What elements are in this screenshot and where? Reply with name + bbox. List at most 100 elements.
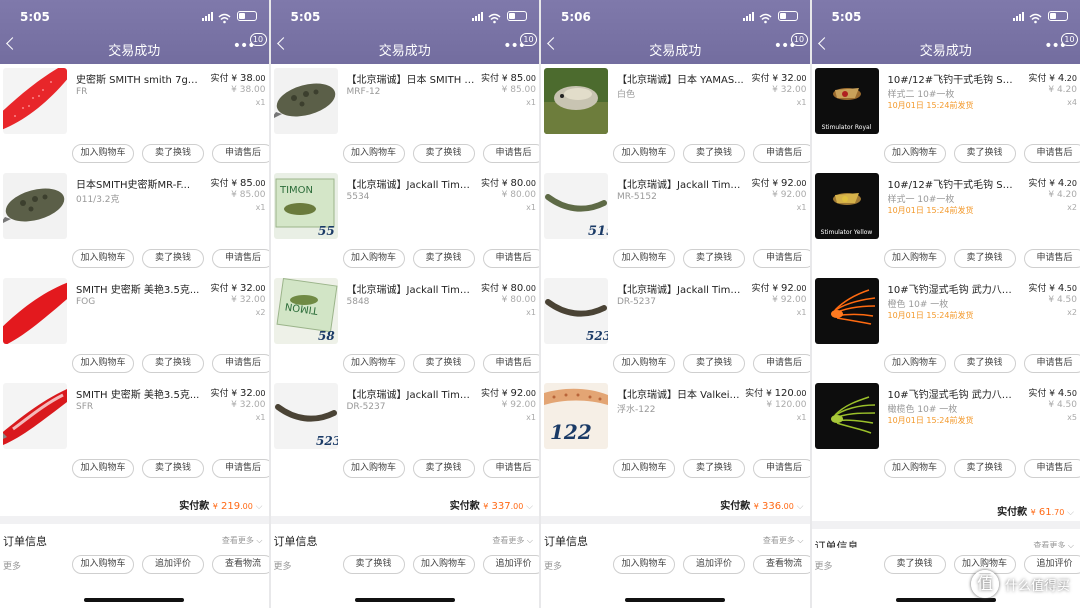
chevron-down-icon[interactable]: ⌵ — [523, 502, 533, 512]
resell-button[interactable]: 卖了换钱 — [412, 144, 475, 163]
product-name[interactable]: SMITH 史密斯 美艳3.5克... — [76, 386, 204, 401]
add-to-cart-button[interactable]: 加入购物车 — [883, 249, 946, 268]
add-to-cart-button[interactable]: 加入购物车 — [342, 144, 405, 163]
order-item[interactable]: SMITH 史密斯 美艳3.5克... SFR 实付 ¥ 32.00 ¥ 32.00 x… — [0, 379, 269, 484]
order-item[interactable]: 【北京瑞诚】日本 SMITH S... MRF-12 实付 ¥ 85.00 ¥ 85.… — [271, 64, 539, 169]
product-name[interactable]: 【北京瑞诚】Jackall Timo... — [617, 176, 745, 191]
product-thumbnail[interactable]: 515 — [544, 173, 608, 239]
after-sales-button[interactable]: 申请售后 — [1023, 354, 1080, 373]
product-thumbnail[interactable] — [3, 173, 67, 239]
product-thumbnail[interactable] — [544, 68, 608, 134]
resell-button[interactable]: 卖了换钱 — [142, 459, 204, 478]
after-sales-button[interactable]: 申请售后 — [212, 249, 269, 268]
order-item[interactable]: 515 【北京瑞诚】Jackall Timo...MR-5152 实付 ¥ 92.0… — [541, 169, 810, 274]
product-name[interactable]: 【北京瑞诚】日本 SMITH S... — [347, 71, 475, 86]
product-thumbnail[interactable]: Stimulator Royal — [814, 68, 879, 134]
product-name[interactable]: 10#飞钓湿式毛钩 武力八哥... — [888, 281, 1016, 296]
order-item[interactable]: TIMON 58 【北京瑞诚】Jackall Timo... 5848 实付 ¥ 80.… — [271, 274, 539, 379]
product-thumbnail[interactable]: Stimulator Yellow — [814, 173, 879, 239]
add-to-cart-button[interactable]: 加入购物车 — [883, 459, 946, 478]
after-sales-button[interactable]: 申请售后 — [482, 249, 539, 268]
after-sales-button[interactable]: 申请售后 — [753, 144, 810, 163]
bottom-action-button[interactable]: 追加评价 — [683, 555, 745, 574]
resell-button[interactable]: 卖了换钱 — [142, 249, 204, 268]
after-sales-button[interactable]: 申请售后 — [753, 459, 810, 478]
order-item[interactable]: Stimulator Yellow 10#/12#飞钓干式毛钩 Stimul...… — [812, 169, 1080, 274]
add-to-cart-button[interactable]: 加入购物车 — [72, 459, 134, 478]
bottom-action-button[interactable]: 加入购物车 — [412, 555, 475, 574]
more-button[interactable]: 更多 — [274, 559, 292, 572]
bottom-action-button[interactable]: 查看物流 — [753, 555, 810, 574]
resell-button[interactable]: 卖了换钱 — [953, 459, 1016, 478]
resell-button[interactable]: 卖了换钱 — [142, 144, 204, 163]
add-to-cart-button[interactable]: 加入购物车 — [342, 354, 405, 373]
order-item[interactable]: TIMON 55 【北京瑞诚】Jackall Timo... 5534 实付 ¥ 80.… — [271, 169, 539, 274]
product-name[interactable]: 【北京瑞诚】日本 YAMAS... — [617, 71, 745, 86]
resell-button[interactable]: 卖了换钱 — [953, 249, 1016, 268]
product-thumbnail[interactable]: 122 — [544, 383, 608, 449]
resell-button[interactable]: 卖了换钱 — [683, 459, 745, 478]
bottom-action-button[interactable]: 加入购物车 — [72, 555, 134, 574]
after-sales-button[interactable]: 申请售后 — [212, 354, 269, 373]
after-sales-button[interactable]: 申请售后 — [482, 144, 539, 163]
order-item[interactable]: Stimulator Royal 10#/12#飞钓干式毛钩 Stimul... 样… — [812, 64, 1080, 169]
product-thumbnail[interactable] — [3, 383, 67, 449]
product-thumbnail[interactable] — [3, 278, 67, 344]
after-sales-button[interactable]: 申请售后 — [212, 144, 269, 163]
chevron-down-icon[interactable]: ⌵ — [1064, 508, 1074, 518]
after-sales-button[interactable]: 申请售后 — [482, 354, 539, 373]
add-to-cart-button[interactable]: 加入购物车 — [613, 459, 675, 478]
add-to-cart-button[interactable]: 加入购物车 — [72, 354, 134, 373]
product-thumbnail[interactable] — [3, 68, 67, 134]
product-thumbnail[interactable]: 523 — [544, 278, 608, 344]
see-more-link[interactable]: 查看更多 ⌵ — [763, 535, 804, 546]
resell-button[interactable]: 卖了换钱 — [142, 354, 204, 373]
after-sales-button[interactable]: 申请售后 — [482, 459, 539, 478]
product-name[interactable]: 10#飞钓湿式毛钩 武力八哥... — [888, 386, 1016, 401]
more-button[interactable]: 更多 — [3, 559, 21, 572]
product-name[interactable]: 10#/12#飞钓干式毛钩 Stimul... — [888, 176, 1016, 191]
resell-button[interactable]: 卖了换钱 — [953, 354, 1016, 373]
add-to-cart-button[interactable]: 加入购物车 — [883, 144, 946, 163]
after-sales-button[interactable]: 申请售后 — [753, 354, 810, 373]
order-item[interactable]: 【北京瑞诚】日本 YAMAS... 白色 实付 ¥ 32.00 ¥ 32.00 x1 加入… — [541, 64, 810, 169]
bottom-action-button[interactable]: 卖了换钱 — [342, 555, 405, 574]
product-name[interactable]: 【北京瑞诚】Jackall Timo... — [347, 176, 475, 191]
order-item[interactable]: 523 【北京瑞诚】Jackall Timo...DR-5237 实付 ¥ 92.0… — [541, 274, 810, 379]
more-button[interactable]: 更多 — [544, 559, 562, 572]
bottom-action-button[interactable]: 加入购物车 — [613, 555, 675, 574]
bottom-action-button[interactable]: 追加评价 — [482, 555, 539, 574]
add-to-cart-button[interactable]: 加入购物车 — [613, 144, 675, 163]
resell-button[interactable]: 卖了换钱 — [683, 249, 745, 268]
order-item[interactable]: 523 【北京瑞诚】Jackall Timo...DR-5237 实付 ¥ 92.0… — [271, 379, 539, 484]
add-to-cart-button[interactable]: 加入购物车 — [72, 249, 134, 268]
bottom-action-button[interactable]: 查看物流 — [212, 555, 269, 574]
add-to-cart-button[interactable]: 加入购物车 — [342, 249, 405, 268]
add-to-cart-button[interactable]: 加入购物车 — [883, 354, 946, 373]
bottom-action-button[interactable]: 追加评价 — [142, 555, 204, 574]
product-name[interactable]: 日本SMITH史密斯MR-F... — [76, 176, 204, 191]
bottom-action-button[interactable]: 卖了换钱 — [883, 555, 946, 574]
order-item[interactable]: 日本SMITH史密斯MR-F... 011/3.2克 实付 ¥ 85.00 ¥ 85.… — [0, 169, 269, 274]
add-to-cart-button[interactable]: 加入购物车 — [613, 354, 675, 373]
add-to-cart-button[interactable]: 加入购物车 — [72, 144, 134, 163]
product-name[interactable]: 10#/12#飞钓干式毛钩 Stimul... — [888, 71, 1016, 86]
add-to-cart-button[interactable]: 加入购物车 — [342, 459, 405, 478]
resell-button[interactable]: 卖了换钱 — [953, 144, 1016, 163]
product-thumbnail[interactable] — [814, 383, 879, 449]
product-name[interactable]: 史密斯 SMITH smith 7g天... — [76, 71, 204, 86]
after-sales-button[interactable]: 申请售后 — [1023, 249, 1080, 268]
product-name[interactable]: 【北京瑞诚】日本 Valkein... — [617, 386, 745, 401]
product-name[interactable]: SMITH 史密斯 美艳3.5克... — [76, 281, 204, 296]
resell-button[interactable]: 卖了换钱 — [412, 459, 475, 478]
order-item[interactable]: 10#飞钓湿式毛钩 武力八哥... 橙色 10# 一枚 10月01日 15:24前发… — [812, 274, 1080, 379]
resell-button[interactable]: 卖了换钱 — [683, 354, 745, 373]
after-sales-button[interactable]: 申请售后 — [753, 249, 810, 268]
product-thumbnail[interactable]: 523 — [273, 383, 338, 449]
product-name[interactable]: 【北京瑞诚】Jackall Timo... — [347, 281, 475, 296]
product-thumbnail[interactable] — [814, 278, 879, 344]
product-thumbnail[interactable]: TIMON 55 — [273, 173, 338, 239]
resell-button[interactable]: 卖了换钱 — [683, 144, 745, 163]
after-sales-button[interactable]: 申请售后 — [1023, 459, 1080, 478]
order-item[interactable]: 史密斯 SMITH smith 7g天... FR 实付 ¥ 38.00 ¥ 38.0… — [0, 64, 269, 169]
